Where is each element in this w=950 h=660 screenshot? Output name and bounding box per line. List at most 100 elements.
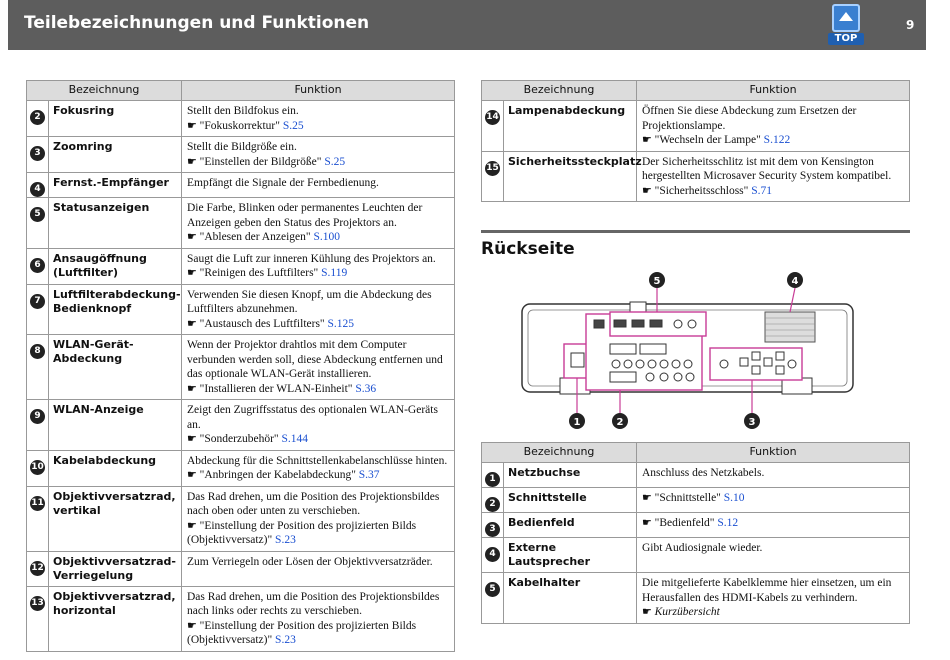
page-link[interactable]: S.36 [355, 383, 376, 395]
table-row: 1 Netzbuchse Anschluss des Netzkabels. [481, 462, 910, 488]
row-number-badge: 13 [30, 595, 45, 611]
part-name: Zoomring [48, 136, 182, 173]
row-number-badge: 15 [485, 160, 500, 176]
part-function: Abdeckung für die Schnittstellenkabelans… [181, 449, 455, 487]
part-name: Sicherheitssteckplatz [503, 150, 642, 202]
cross-reference: ☛ "Ablesen der Anzeigen" S.100 [187, 230, 449, 245]
part-name: WLAN-Anzeige [48, 399, 182, 451]
page-link[interactable]: S.122 [764, 134, 791, 146]
pointing-hand-icon: ☛ [187, 619, 200, 632]
reference-title: "Sonderzubehör" [199, 433, 282, 445]
column-header-name: Bezeichnung [26, 80, 182, 101]
row-number-cell: 15 [481, 150, 504, 202]
cross-reference: ☛ Kurzübersicht [642, 605, 904, 620]
function-text: Stellt den Bildfokus ein. [187, 105, 299, 117]
parts-table-side: Bezeichnung Funktion 14 Lampenabdeckung Öf… [481, 80, 910, 202]
cross-reference: ☛ "Schnittstelle" S.10 [642, 491, 904, 506]
part-function: Zum Verriegeln oder Lösen der Objektivve… [181, 550, 455, 587]
reference-title: "Sicherheitsschloss" [654, 184, 752, 197]
page-link[interactable]: S.119 [321, 267, 347, 279]
top-button[interactable]: TOP [828, 4, 866, 46]
part-name: Kabelabdeckung [48, 449, 182, 487]
function-text: Stellt die Bildgröße ein. [187, 141, 297, 153]
page-link[interactable]: S.37 [359, 469, 380, 481]
table-row: 7 Luftfilterabdeckung-Bedienknopf Verwende… [26, 283, 455, 335]
row-number-cell: 3 [26, 136, 49, 173]
cross-reference: ☛ "Sicherheitsschloss" S.71 [642, 184, 904, 199]
function-text: Der Sicherheitsschlitz ist mit dem von K… [642, 155, 874, 168]
row-number-cell: 4 [26, 172, 49, 198]
row-number-badge: 3 [30, 146, 45, 161]
part-function: Wenn der Projektor drahtlos mit dem Comp… [181, 334, 455, 400]
part-name: Statusanzeigen [48, 197, 182, 249]
table-header-row: Bezeichnung Funktion [481, 80, 910, 101]
column-header-function: Funktion [181, 80, 455, 101]
row-number-badge: 12 [30, 560, 45, 576]
page-link[interactable]: S.23 [275, 634, 296, 646]
part-function: Das Rad drehen, um die Position des Proj… [181, 585, 455, 652]
page-link[interactable]: S.10 [724, 492, 745, 504]
page-link[interactable]: S.100 [313, 231, 340, 243]
part-name: Kabelhalter [503, 572, 637, 624]
part-function: Die mitgelieferte Kabelklemme hier einse… [636, 572, 910, 624]
part-name: Ansaugöffnung (Luftfilter) [48, 247, 182, 285]
page-link[interactable]: S.25 [283, 120, 304, 132]
reference-title: "Fokuskorrektur" [199, 119, 283, 132]
page-link[interactable]: S.125 [328, 318, 355, 330]
part-name: Lampenabdeckung [503, 100, 637, 152]
page-link[interactable]: S.144 [282, 433, 309, 445]
column-header-function: Funktion [636, 80, 910, 101]
reference-title: "Schnittstelle" [654, 492, 724, 504]
part-function: Anschluss des Netzkabels. [636, 462, 910, 488]
row-number-badge: 5 [30, 207, 45, 222]
reference-title: "Ablesen der Anzeigen" [199, 231, 314, 243]
part-function: Saugt die Luft zur inneren Kühlung des P… [181, 247, 455, 285]
function-text: Die Farbe, Blinken oder permanentes Leuc… [187, 202, 423, 214]
pointing-hand-icon: ☛ [642, 184, 655, 197]
part-name: Luftfilterabdeckung-Bedienknopf [48, 283, 182, 335]
function-text: Zeigt den Zugriffsstatus des optionalen … [187, 404, 438, 431]
cross-reference: ☛ "Bedienfeld" S.12 [642, 516, 904, 531]
function-text: das optionale WLAN-Gerät installieren. [187, 368, 372, 380]
row-number-badge: 11 [30, 495, 45, 511]
function-text: Das Rad drehen, um die Position des Proj… [187, 590, 440, 603]
part-function: Stellt die Bildgröße ein. ☛ "Einstellen d… [181, 136, 455, 173]
cross-reference: ☛ "Installieren der WLAN-Einheit" S.36 [187, 382, 449, 397]
parts-table-front: Bezeichnung Funktion 2 Fokusring Stellt de… [26, 80, 455, 652]
function-text: nach links oder rechts zu verschieben. [187, 605, 362, 617]
table-row: 8 WLAN-Gerät-Abdeckung Wenn der Projektor … [26, 334, 455, 400]
reference-title: "Austausch des Luftfilters" [199, 317, 328, 330]
row-number-cell: 7 [26, 283, 49, 335]
table-row: 4 Fernst.-Empfänger Empfängt die Signale d… [26, 172, 455, 198]
page-link[interactable]: S.71 [751, 185, 772, 197]
row-number-badge: 10 [30, 459, 45, 475]
page-link[interactable]: S.23 [275, 534, 296, 546]
row-number-cell: 1 [481, 462, 504, 488]
function-text: Empfängt die Signale der Fernbedienung. [187, 177, 379, 189]
part-name: Objektivversatzrad-Verriegelung [48, 550, 182, 587]
top-button-label: TOP [828, 33, 864, 45]
page-link[interactable]: S.12 [717, 517, 738, 529]
page-link[interactable]: S.25 [324, 156, 345, 168]
cross-reference: ☛ "Fokuskorrektur" S.25 [187, 119, 449, 134]
function-text: nach oben oder unten zu verschieben. [187, 505, 361, 517]
table-row: 13 Objektivversatzrad, horizontal Das Rad … [26, 585, 455, 652]
part-function: Gibt Audiosignale wieder. [636, 537, 910, 573]
part-function: Der Sicherheitsschlitz ist mit dem von K… [636, 150, 910, 202]
column-header-function: Funktion [636, 442, 910, 463]
cross-reference: ☛ "Einstellung der Position des projizie… [187, 519, 449, 548]
table-row: 10 Kabelabdeckung Abdeckung für die Schnit… [26, 449, 455, 487]
table-row: 15 Sicherheitssteckplatz Der Sicherheitssc… [481, 150, 910, 202]
function-text: Herausfallen des HDMI-Kabels zu verhinde… [642, 591, 858, 604]
function-text: Gibt Audiosignale wieder. [642, 542, 763, 554]
function-text: verbunden werden soll, diese Abdeckung e… [187, 353, 443, 366]
function-text: Projektionslampe. [642, 119, 726, 132]
pointing-hand-icon: ☛ [642, 517, 655, 529]
pointing-hand-icon: ☛ [642, 606, 655, 618]
cross-reference: ☛ "Austausch des Luftfilters" S.125 [187, 317, 449, 332]
part-function: Zeigt den Zugriffsstatus des optionalen … [181, 399, 455, 451]
pointing-hand-icon: ☛ [187, 433, 200, 445]
cross-reference: ☛ "Reinigen des Luftfilters" S.119 [187, 266, 449, 281]
column-header-name: Bezeichnung [481, 442, 637, 463]
reference-title: "Reinigen des Luftfilters" [199, 267, 322, 279]
